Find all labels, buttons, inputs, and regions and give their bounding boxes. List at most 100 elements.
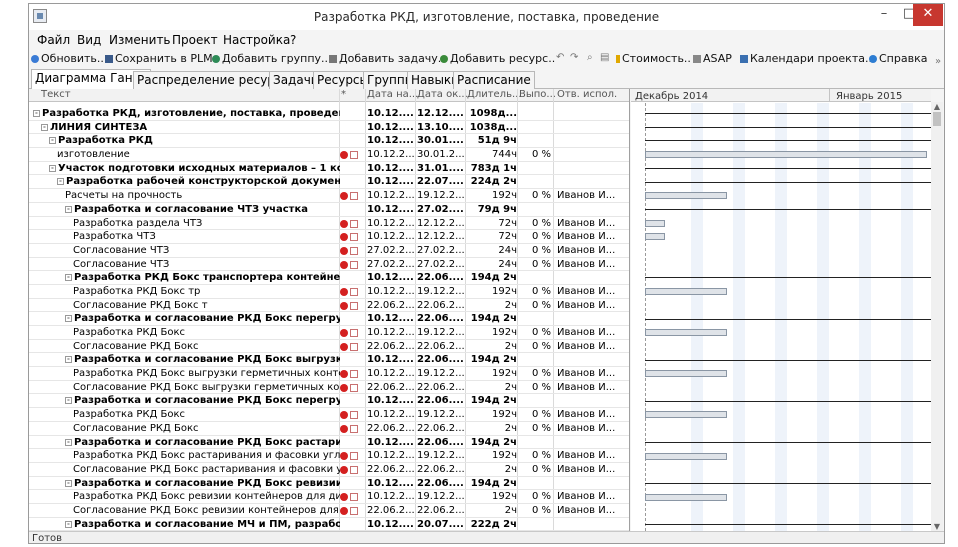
task-name-cell[interactable]: Разработка РКД Бокс: [29, 408, 340, 421]
start-date-cell[interactable]: 10.12.2...: [367, 148, 417, 161]
table-row[interactable]: Согласование ЧТЗ 27.02.2... 27.02.2... 24ч 0…: [29, 244, 629, 258]
percent-complete-cell[interactable]: [519, 203, 551, 216]
duration-cell[interactable]: 192ч: [467, 326, 517, 339]
percent-complete-cell[interactable]: 0 %: [519, 217, 551, 230]
start-date-cell[interactable]: 10.12.2...: [367, 217, 417, 230]
end-date-cell[interactable]: 22.06....: [417, 312, 467, 325]
end-date-cell[interactable]: 22.07....: [417, 175, 467, 188]
gantt-task-bar[interactable]: [645, 370, 727, 378]
percent-complete-cell[interactable]: 0 %: [519, 449, 551, 462]
task-name-cell[interactable]: Разработка РКД Бокс растаривания и фасов…: [29, 449, 340, 462]
task-name-cell[interactable]: Разработка РКД Бокс ревизии контейнеров …: [29, 490, 340, 503]
gantt-task-bar[interactable]: [645, 452, 727, 460]
task-name-cell[interactable]: Разработка РКД Бокс выгрузки герметичных…: [29, 367, 340, 380]
end-date-cell[interactable]: 13.10....: [417, 121, 467, 134]
task-name-cell[interactable]: Разработка РКД Бокс тр: [29, 285, 340, 298]
binoculars-icon[interactable]: ⌕: [587, 52, 593, 63]
end-date-cell[interactable]: 20.07....: [417, 518, 467, 531]
gantt-summary-bar[interactable]: [645, 208, 931, 210]
task-name-cell[interactable]: Согласование ЧТЗ: [29, 244, 340, 257]
end-date-cell[interactable]: 22.06.2...: [417, 340, 467, 353]
asap-button[interactable]: ASAP: [693, 52, 732, 65]
task-name-cell[interactable]: Разработка раздела ЧТЗ: [29, 217, 340, 230]
task-name-cell[interactable]: изготовление: [29, 148, 340, 161]
percent-complete-cell[interactable]: [519, 271, 551, 284]
end-date-cell[interactable]: 19.12.2...: [417, 449, 467, 462]
duration-cell[interactable]: 2ч: [467, 504, 517, 517]
percent-complete-cell[interactable]: 0 %: [519, 230, 551, 243]
start-date-cell[interactable]: 10.12.2...: [367, 189, 417, 202]
end-date-cell[interactable]: 22.06....: [417, 477, 467, 490]
menu-settings[interactable]: Настройка: [223, 33, 290, 47]
table-row[interactable]: Согласование РКД Бокс 22.06.2... 22.06.2..…: [29, 422, 629, 436]
end-date-cell[interactable]: 22.06.2...: [417, 504, 467, 517]
gantt-summary-bar[interactable]: [645, 277, 931, 279]
duration-cell[interactable]: 194д 2ч: [467, 436, 517, 449]
task-name-cell[interactable]: - Разработка и согласование РКД Бокс раст…: [29, 436, 340, 449]
task-name-cell[interactable]: Согласование РКД Бокс: [29, 422, 340, 435]
gantt-task-bar[interactable]: [645, 151, 927, 159]
duration-cell[interactable]: 72ч: [467, 230, 517, 243]
task-name-cell[interactable]: Согласование РКД Бокс т: [29, 299, 340, 312]
responsible-cell[interactable]: Иванов И...: [557, 381, 621, 394]
responsible-cell[interactable]: Иванов И...: [557, 299, 621, 312]
percent-complete-cell[interactable]: [519, 162, 551, 175]
collapse-toggle-icon[interactable]: -: [65, 205, 72, 213]
gantt-task-bar[interactable]: [645, 411, 727, 419]
end-date-cell[interactable]: 19.12.2...: [417, 408, 467, 421]
col-header-name[interactable]: Текст: [41, 89, 71, 100]
collapse-toggle-icon[interactable]: -: [57, 178, 64, 186]
duration-cell[interactable]: 192ч: [467, 367, 517, 380]
table-row[interactable]: Согласование РКД Бокс т 22.06.2... 22.06.2…: [29, 299, 629, 313]
duration-cell[interactable]: 222д 2ч: [467, 518, 517, 531]
gantt-summary-bar[interactable]: [645, 400, 931, 402]
duration-cell[interactable]: 192ч: [467, 189, 517, 202]
responsible-cell[interactable]: [557, 394, 621, 407]
duration-cell[interactable]: 79д 9ч: [467, 203, 517, 216]
percent-complete-cell[interactable]: [519, 477, 551, 490]
gantt-summary-bar[interactable]: [645, 441, 931, 443]
task-name-cell[interactable]: - Разработка и согласование РКД Бокс реви…: [29, 477, 340, 490]
duration-cell[interactable]: 194д 2ч: [467, 271, 517, 284]
task-name-cell[interactable]: Разработка РКД Бокс: [29, 326, 340, 339]
menu-edit[interactable]: Изменить: [109, 33, 171, 47]
col-header-indicator[interactable]: *: [341, 89, 346, 100]
task-name-cell[interactable]: Согласование РКД Бокс растаривания и фас…: [29, 463, 340, 476]
start-date-cell[interactable]: 10.12....: [367, 518, 417, 531]
end-date-cell[interactable]: 19.12.2...: [417, 367, 467, 380]
table-row[interactable]: Согласование ЧТЗ 27.02.2... 27.02.2... 24ч 0…: [29, 258, 629, 272]
duration-cell[interactable]: 2ч: [467, 381, 517, 394]
percent-complete-cell[interactable]: [519, 353, 551, 366]
start-date-cell[interactable]: 22.06.2...: [367, 463, 417, 476]
end-date-cell[interactable]: 22.06....: [417, 353, 467, 366]
start-date-cell[interactable]: 10.12.2...: [367, 326, 417, 339]
percent-complete-cell[interactable]: 0 %: [519, 367, 551, 380]
responsible-cell[interactable]: Иванов И...: [557, 189, 621, 202]
table-row[interactable]: - Разработка и согласование РКД Бокс реви…: [29, 477, 629, 491]
end-date-cell[interactable]: 27.02....: [417, 203, 467, 216]
responsible-cell[interactable]: [557, 107, 621, 120]
responsible-cell[interactable]: Иванов И...: [557, 285, 621, 298]
task-name-cell[interactable]: - Разработка РКД, изготовление, поставка,…: [29, 107, 340, 120]
responsible-cell[interactable]: Иванов И...: [557, 244, 621, 257]
gantt-summary-bar[interactable]: [645, 181, 931, 183]
col-header-resource[interactable]: Отв. испол.: [557, 89, 617, 100]
start-date-cell[interactable]: 10.12....: [367, 162, 417, 175]
end-date-cell[interactable]: 12.12.2...: [417, 217, 467, 230]
responsible-cell[interactable]: [557, 134, 621, 147]
table-row[interactable]: Разработка РКД Бокс 10.12.2... 19.12.2... 1…: [29, 326, 629, 340]
task-name-cell[interactable]: - Разработка РКД Бокс транспортера контей…: [29, 271, 340, 284]
gantt-summary-bar[interactable]: [645, 482, 931, 484]
responsible-cell[interactable]: Иванов И...: [557, 504, 621, 517]
help-button[interactable]: Справка: [869, 52, 927, 65]
save-plm-button[interactable]: Сохранить в PLM: [105, 52, 213, 65]
start-date-cell[interactable]: 10.12....: [367, 436, 417, 449]
collapse-toggle-icon[interactable]: -: [33, 110, 40, 117]
start-date-cell[interactable]: 22.06.2...: [367, 381, 417, 394]
percent-complete-cell[interactable]: [519, 312, 551, 325]
start-date-cell[interactable]: 10.12.2...: [367, 367, 417, 380]
duration-cell[interactable]: 783д 1ч: [467, 162, 517, 175]
responsible-cell[interactable]: Иванов И...: [557, 258, 621, 271]
responsible-cell[interactable]: [557, 162, 621, 175]
percent-complete-cell[interactable]: 0 %: [519, 422, 551, 435]
